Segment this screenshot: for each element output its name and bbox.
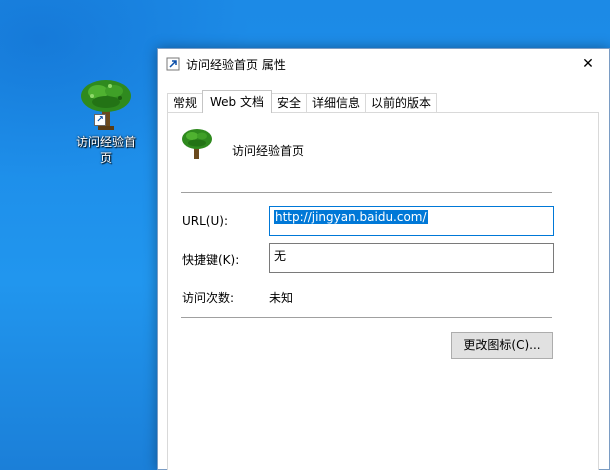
tab-panel: 访问经验首页 URL(U): http://jingyan.baidu.com/… [167, 112, 599, 470]
window-title: 访问经验首页 属性 [186, 58, 286, 72]
shortcut-label-line2: 页 [99, 151, 112, 165]
close-icon: ✕ [582, 56, 594, 72]
hotkey-label: 快捷键(K): [182, 253, 240, 267]
divider-top [181, 192, 552, 193]
shortcut-label-line1: 访问经验首 [75, 135, 136, 149]
properties-dialog: 访问经验首页 属性 ✕ 常规 Web 文档 安全 详细信息 以前的版本 访问经验… [157, 48, 610, 470]
tab-previous-versions[interactable]: 以前的版本 [365, 93, 438, 113]
title-bar[interactable]: 访问经验首页 属性 ✕ [158, 49, 609, 79]
tab-general[interactable]: 常规 [167, 93, 204, 113]
shortcut-arrow-icon: ↗ [94, 114, 106, 126]
visits-value: 未知 [269, 291, 294, 305]
tab-security[interactable]: 安全 [271, 93, 308, 113]
shortcut-label: 访问经验首 页 [66, 134, 146, 166]
tree-icon [182, 129, 212, 159]
hotkey-input[interactable]: 无 [269, 243, 554, 273]
close-button[interactable]: ✕ [567, 49, 609, 79]
tab-details[interactable]: 详细信息 [306, 93, 367, 113]
url-value: http://jingyan.baidu.com/ [274, 210, 428, 224]
tab-web-document[interactable]: Web 文档 [202, 90, 272, 113]
page-name: 访问经验首页 [232, 144, 305, 158]
change-icon-button[interactable]: 更改图标(C)... [451, 332, 553, 359]
desktop-shortcut[interactable]: ↗ 访问经验首 页 [66, 76, 146, 166]
divider-bottom [181, 317, 552, 318]
tab-strip: 常规 Web 文档 安全 详细信息 以前的版本 [167, 90, 438, 113]
hotkey-value: 无 [274, 249, 287, 263]
url-input[interactable]: http://jingyan.baidu.com/ [269, 206, 554, 236]
url-label: URL(U): [182, 214, 228, 228]
visits-label: 访问次数: [182, 291, 235, 305]
shortcut-file-icon [166, 57, 180, 71]
tree-icon: ↗ [78, 76, 134, 132]
